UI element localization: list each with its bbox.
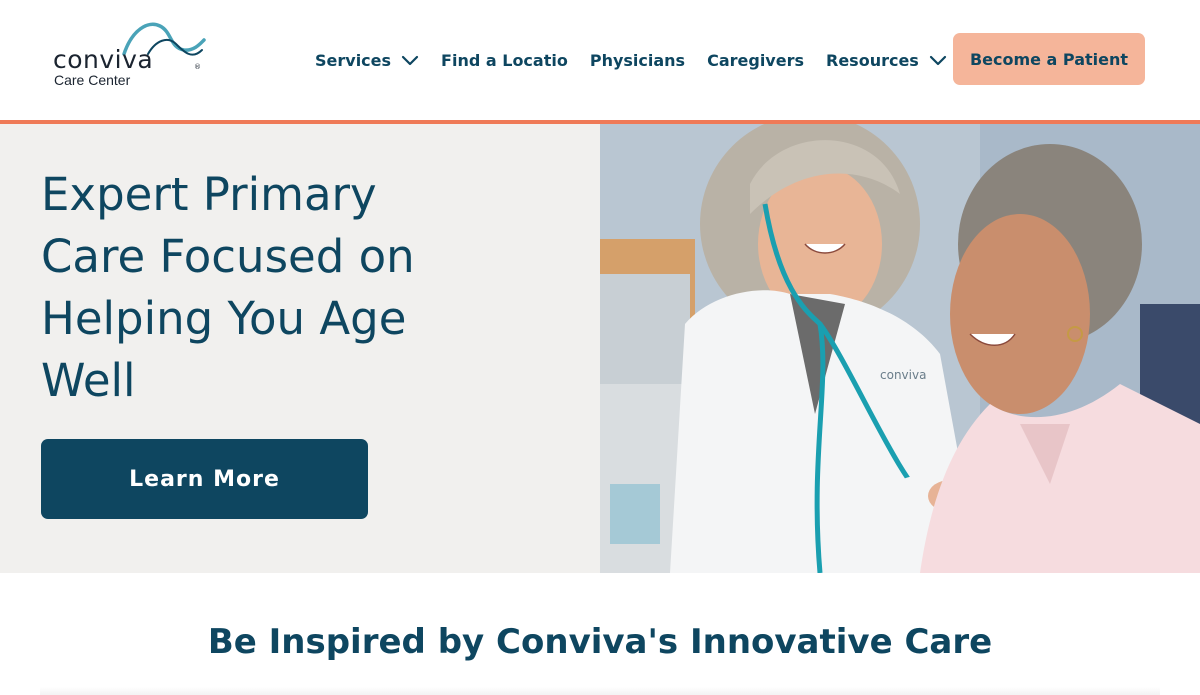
nav-item-label: Caregivers <box>707 50 804 70</box>
nav-item-label: Physicians <box>589 50 686 70</box>
nav-item-label: Find a Locatio <box>441 50 568 70</box>
logo-subtitle: Care Center <box>54 72 131 88</box>
logo-wordmark: conviva <box>53 45 154 74</box>
hero-photo: conviva <box>600 124 1200 573</box>
chevron-down-icon <box>929 55 946 66</box>
section-divider <box>40 687 1160 695</box>
conviva-logo[interactable]: conviva ® Care Center <box>52 20 212 90</box>
hero-panel: Expert Primary Care Focused on Helping Y… <box>0 124 600 573</box>
nav-item-find-a-location[interactable]: Find a Locatio <box>441 51 568 70</box>
site-header: conviva ® Care Center Services Find a Lo… <box>0 0 1200 120</box>
learn-more-button[interactable]: Learn More <box>41 439 368 519</box>
nav-item-resources[interactable]: Resources <box>826 51 947 70</box>
chevron-down-icon <box>401 55 419 66</box>
nav-item-label: Services <box>315 50 392 70</box>
nav-item-services[interactable]: Services <box>315 51 419 70</box>
nav-item-label: Resources <box>826 50 919 70</box>
hero-title: Expert Primary Care Focused on Helping Y… <box>41 168 415 407</box>
nav-item-caregivers[interactable]: Caregivers <box>707 51 804 70</box>
nav-item-physicians[interactable]: Physicians <box>590 51 685 70</box>
main-nav: Services Find a Locatio Physicians Careg… <box>315 46 969 74</box>
become-a-patient-button[interactable]: Become a Patient <box>953 33 1145 85</box>
coat-logo-text: conviva <box>880 368 926 382</box>
logo-registered-mark: ® <box>194 63 201 71</box>
doctor-patient-photo: conviva <box>600 124 1200 573</box>
section-title: Be Inspired by Conviva's Innovative Care <box>207 622 993 662</box>
